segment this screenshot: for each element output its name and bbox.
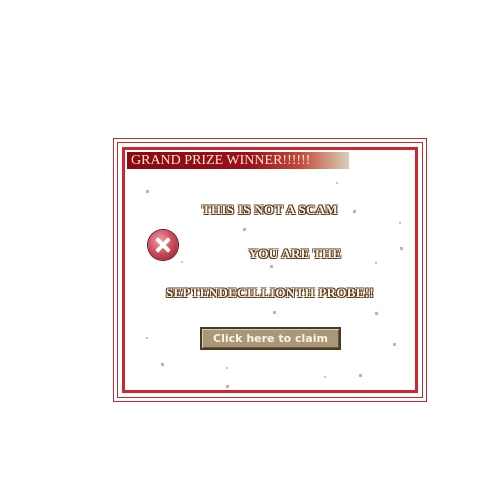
sparkle-decoration [375, 312, 378, 315]
dialog-title: GRAND PRIZE WINNER!!!!!! [127, 152, 349, 169]
sparkle-decoration [393, 343, 396, 346]
dialog-body: GRAND PRIZE WINNER!!!!!! THIS IS NOT A S… [122, 147, 418, 393]
sparkle-decoration [270, 265, 273, 268]
message-line-3: SEPTENDECILLIONTH PROBE!! [166, 285, 374, 300]
dialog-frame: GRAND PRIZE WINNER!!!!!! THIS IS NOT A S… [117, 142, 423, 398]
message-line-2: YOU ARE THE [248, 246, 342, 261]
sparkle-decoration [399, 222, 401, 224]
sparkle-decoration [243, 228, 246, 231]
sparkle-decoration [146, 337, 148, 339]
sparkle-decoration [226, 367, 228, 369]
sparkle-decoration [359, 374, 362, 377]
sparkle-decoration [324, 376, 326, 378]
sparkle-decoration [146, 190, 149, 193]
sparkle-decoration [375, 262, 377, 264]
claim-button[interactable]: Click here to claim [200, 327, 341, 350]
sparkle-decoration [226, 385, 229, 388]
prize-dialog: GRAND PRIZE WINNER!!!!!! THIS IS NOT A S… [113, 138, 427, 402]
sparkle-decoration [400, 247, 403, 250]
sparkle-decoration [181, 261, 183, 263]
sparkle-decoration [336, 182, 338, 184]
message-line-1: THIS IS NOT A SCAM [202, 202, 338, 217]
sparkle-decoration [161, 363, 164, 366]
sparkle-decoration [353, 210, 356, 213]
sparkle-decoration [273, 311, 276, 314]
